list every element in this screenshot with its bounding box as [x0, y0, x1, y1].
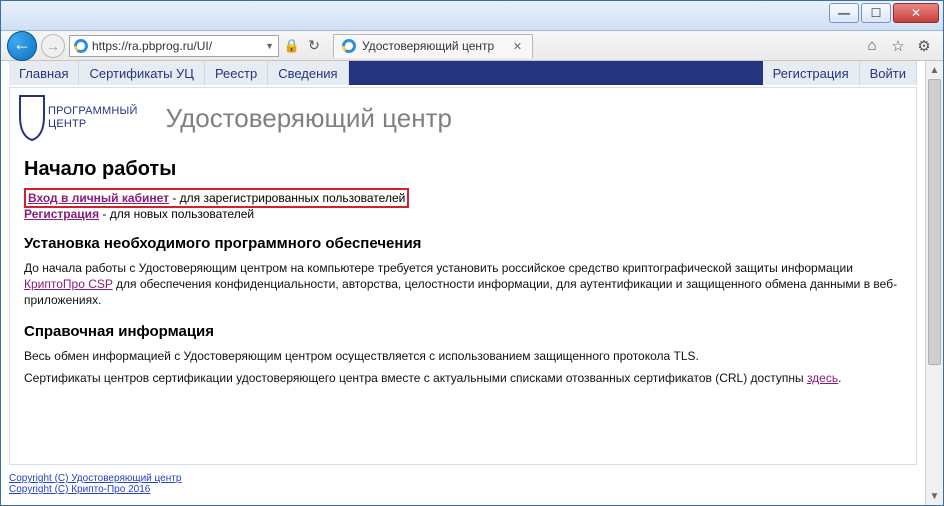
ref-para-1: Весь обмен информацией с Удостоверяющим …: [10, 348, 916, 364]
tools-icon[interactable]: ⚙: [915, 37, 933, 55]
vertical-scrollbar[interactable]: ▲ ▼: [925, 61, 943, 505]
scroll-track[interactable]: [926, 79, 943, 487]
logo-text: ПРОГРАММНЫЙ ЦЕНТР: [48, 105, 138, 130]
page-content: Главная Сертификаты УЦ Реестр Сведения Р…: [1, 61, 925, 505]
content-box: ПРОГРАММНЫЙ ЦЕНТР Удостоверяющий центр Н…: [9, 87, 917, 465]
window-titlebar: — ☐ ✕: [1, 1, 943, 31]
refresh-button[interactable]: ↻: [305, 37, 323, 55]
ref-para-2: Сертификаты центров сертификации удостов…: [10, 370, 916, 386]
lock-icon[interactable]: 🔒: [283, 37, 301, 55]
crl-here-link[interactable]: здесь: [807, 371, 838, 385]
login-line: Вход в личный кабинет - для зарегистриро…: [10, 191, 916, 205]
window-close-button[interactable]: ✕: [893, 3, 939, 23]
scroll-up-button[interactable]: ▲: [926, 61, 943, 79]
login-link[interactable]: Вход в личный кабинет: [28, 191, 169, 205]
nav-login[interactable]: Войти: [860, 61, 917, 85]
page-title: Удостоверяющий центр: [166, 103, 452, 134]
logo-shield-icon: [18, 94, 46, 142]
browser-toolbar: ← → https://ra.pbprog.ru/UI/ ▼ 🔒 ↻ Удост…: [1, 31, 943, 61]
favorites-icon[interactable]: ☆: [889, 37, 907, 55]
home-icon[interactable]: ⌂: [863, 37, 881, 55]
nav-info[interactable]: Сведения: [268, 61, 348, 85]
address-text: https://ra.pbprog.ru/UI/: [92, 39, 261, 53]
browser-window: — ☐ ✕ ← → https://ra.pbprog.ru/UI/ ▼ 🔒 ↻…: [0, 0, 944, 506]
window-maximize-button[interactable]: ☐: [861, 3, 891, 23]
nav-home[interactable]: Главная: [9, 61, 79, 85]
browser-tab[interactable]: Удостоверяющий центр ✕: [333, 34, 533, 58]
nav-registration[interactable]: Регистрация: [763, 61, 860, 85]
tab-title: Удостоверяющий центр: [362, 39, 505, 53]
install-para: До начала работы с Удостоверяющим центро…: [10, 260, 916, 309]
nav-certificates[interactable]: Сертификаты УЦ: [79, 61, 204, 85]
install-pre: До начала работы с Удостоверяющим центро…: [24, 261, 853, 275]
heading-reference: Справочная информация: [10, 323, 916, 340]
tab-close-button[interactable]: ✕: [511, 40, 524, 53]
window-minimize-button[interactable]: —: [829, 3, 859, 23]
footer-link-uc[interactable]: Copyright (C) Удостоверяющий центр: [9, 473, 181, 484]
site-nav: Главная Сертификаты УЦ Реестр Сведения Р…: [9, 61, 917, 85]
heading-install: Установка необходимого программного обес…: [10, 235, 916, 252]
address-bar[interactable]: https://ra.pbprog.ru/UI/ ▼: [69, 35, 279, 57]
address-dropdown-icon[interactable]: ▼: [265, 41, 274, 51]
footer-link-cryptopro[interactable]: Copyright (C) Крипто-Про 2016: [9, 484, 181, 495]
cryptopro-link[interactable]: КриптоПро CSP: [24, 277, 113, 291]
footer: Copyright (C) Удостоверяющий центр Copyr…: [9, 473, 181, 495]
ref2-post: .: [838, 371, 841, 385]
ie-icon: [74, 39, 88, 53]
login-suffix: - для зарегистрированных пользователей: [169, 191, 405, 205]
tab-favicon-icon: [342, 39, 356, 53]
scroll-down-button[interactable]: ▼: [926, 487, 943, 505]
register-link[interactable]: Регистрация: [24, 207, 99, 221]
ref2-pre: Сертификаты центров сертификации удостов…: [24, 371, 807, 385]
brand-line1: ПРОГРАММНЫЙ: [48, 105, 138, 118]
forward-button[interactable]: →: [41, 34, 65, 58]
install-post: для обеспечения конфиденциальности, авто…: [24, 277, 897, 307]
scroll-thumb[interactable]: [928, 79, 941, 365]
back-button[interactable]: ←: [7, 31, 37, 61]
heading-start: Начало работы: [10, 158, 916, 181]
nav-registry[interactable]: Реестр: [205, 61, 268, 85]
register-suffix: - для новых пользователей: [99, 207, 254, 221]
brand-line2: ЦЕНТР: [48, 118, 138, 131]
register-line: Регистрация - для новых пользователей: [10, 207, 916, 221]
